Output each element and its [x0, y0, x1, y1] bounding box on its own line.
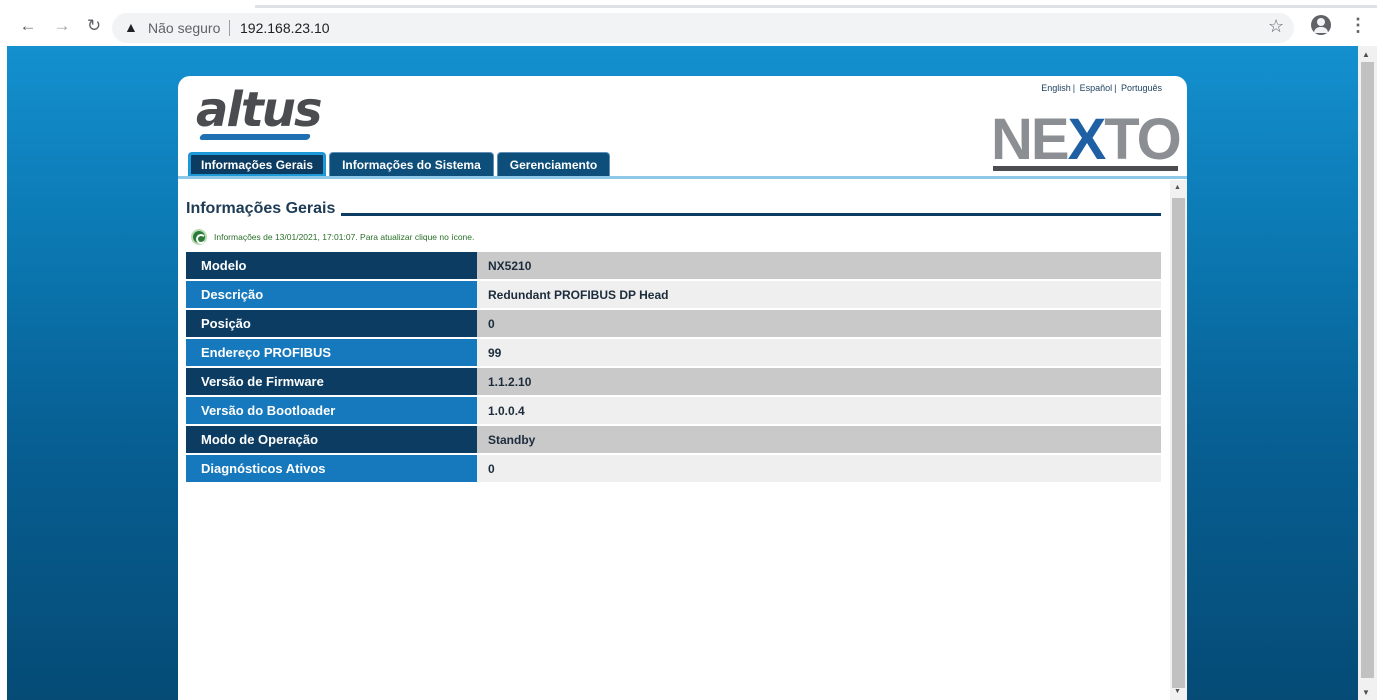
row-label: Versão de Firmware: [186, 368, 477, 396]
scroll-up-arrow-icon[interactable]: ▲: [1362, 50, 1370, 59]
table-row: Diagnósticos Ativos 0: [186, 455, 1161, 484]
table-row: Versão do Bootloader 1.0.0.4: [186, 397, 1161, 426]
table-row: Modo de Operação Standby: [186, 426, 1161, 455]
forward-arrow-icon[interactable]: →: [52, 16, 72, 36]
url-text[interactable]: 192.168.23.10: [240, 20, 330, 36]
table-row: Endereço PROFIBUS 99: [186, 339, 1161, 368]
table-row: Modelo NX5210: [186, 252, 1161, 281]
logo-swoosh: [198, 134, 312, 140]
main-tabs: Informações Gerais Informações do Sistem…: [188, 152, 613, 176]
row-value: 0: [477, 310, 1161, 338]
table-row: Posição 0: [186, 310, 1161, 339]
lang-espanol-link[interactable]: Español: [1080, 83, 1113, 93]
row-value: Redundant PROFIBUS DP Head: [477, 281, 1161, 309]
row-label: Modo de Operação: [186, 426, 477, 454]
row-value: 1.0.0.4: [477, 397, 1161, 425]
language-links: English | Español | Português: [1041, 83, 1162, 93]
nexto-logo-text: NEXTO: [991, 107, 1182, 172]
reload-icon[interactable]: ↻: [84, 16, 104, 36]
tab-informacoes-gerais[interactable]: Informações Gerais: [188, 152, 327, 176]
row-label: Endereço PROFIBUS: [186, 339, 477, 367]
main-panel: altus English | Español | Português NEXTO …: [178, 76, 1187, 700]
row-label: Posição: [186, 310, 477, 338]
last-update-info: Informações de 13/01/2021, 17:01:07. Par…: [214, 232, 475, 242]
panel-scrollbar-thumb[interactable]: [1172, 198, 1185, 688]
lang-portugues-link[interactable]: Português: [1121, 83, 1162, 93]
altus-logo: altus: [196, 82, 323, 138]
viewport-edge: [0, 46, 7, 700]
warning-icon[interactable]: ▲: [124, 19, 138, 35]
tab-informacoes-sistema[interactable]: Informações do Sistema: [329, 152, 494, 176]
nexto-logo: NEXTO: [991, 106, 1182, 176]
table-row: Versão de Firmware 1.1.2.10: [186, 368, 1161, 397]
row-value: 0: [477, 455, 1161, 483]
kebab-menu-icon[interactable]: ⋮: [1349, 15, 1367, 36]
browser-toolbar: ← → ↻ ▲ Não seguro 192.168.23.10 ☆ ⋮: [0, 0, 1377, 46]
panel-scroll-down-icon[interactable]: ▼: [1174, 688, 1181, 695]
section-rule: [338, 213, 1161, 216]
row-value: Standby: [477, 426, 1161, 454]
row-label: Modelo: [186, 252, 477, 280]
security-label[interactable]: Não seguro: [148, 20, 220, 36]
nexto-logo-bar: [993, 166, 1178, 171]
page-scrollbar-thumb[interactable]: [1361, 62, 1374, 678]
bookmark-star-icon[interactable]: ☆: [1268, 16, 1284, 37]
row-value: 1.1.2.10: [477, 368, 1161, 396]
tab-gerenciamento[interactable]: Gerenciamento: [496, 152, 611, 176]
tab-strip-line: [255, 5, 1377, 8]
section-title: Informações Gerais: [186, 200, 342, 218]
scroll-down-arrow-icon[interactable]: ▼: [1362, 688, 1370, 697]
profile-avatar-icon[interactable]: [1311, 15, 1331, 35]
address-separator: [229, 20, 230, 36]
panel-scroll-up-icon[interactable]: ▲: [1174, 184, 1181, 191]
lang-english-link[interactable]: English: [1041, 83, 1071, 93]
row-label: Versão do Bootloader: [186, 397, 477, 425]
row-label: Descrição: [186, 281, 477, 309]
row-value: 99: [477, 339, 1161, 367]
tab-underline: [178, 176, 1187, 179]
row-label: Diagnósticos Ativos: [186, 455, 477, 483]
refresh-icon[interactable]: [191, 229, 207, 245]
info-table: Modelo NX5210 Descrição Redundant PROFIB…: [186, 252, 1161, 484]
table-row: Descrição Redundant PROFIBUS DP Head: [186, 281, 1161, 310]
row-value: NX5210: [477, 252, 1161, 280]
back-arrow-icon[interactable]: ←: [18, 16, 38, 36]
address-bar[interactable]: ▲ Não seguro 192.168.23.10: [112, 13, 1294, 43]
